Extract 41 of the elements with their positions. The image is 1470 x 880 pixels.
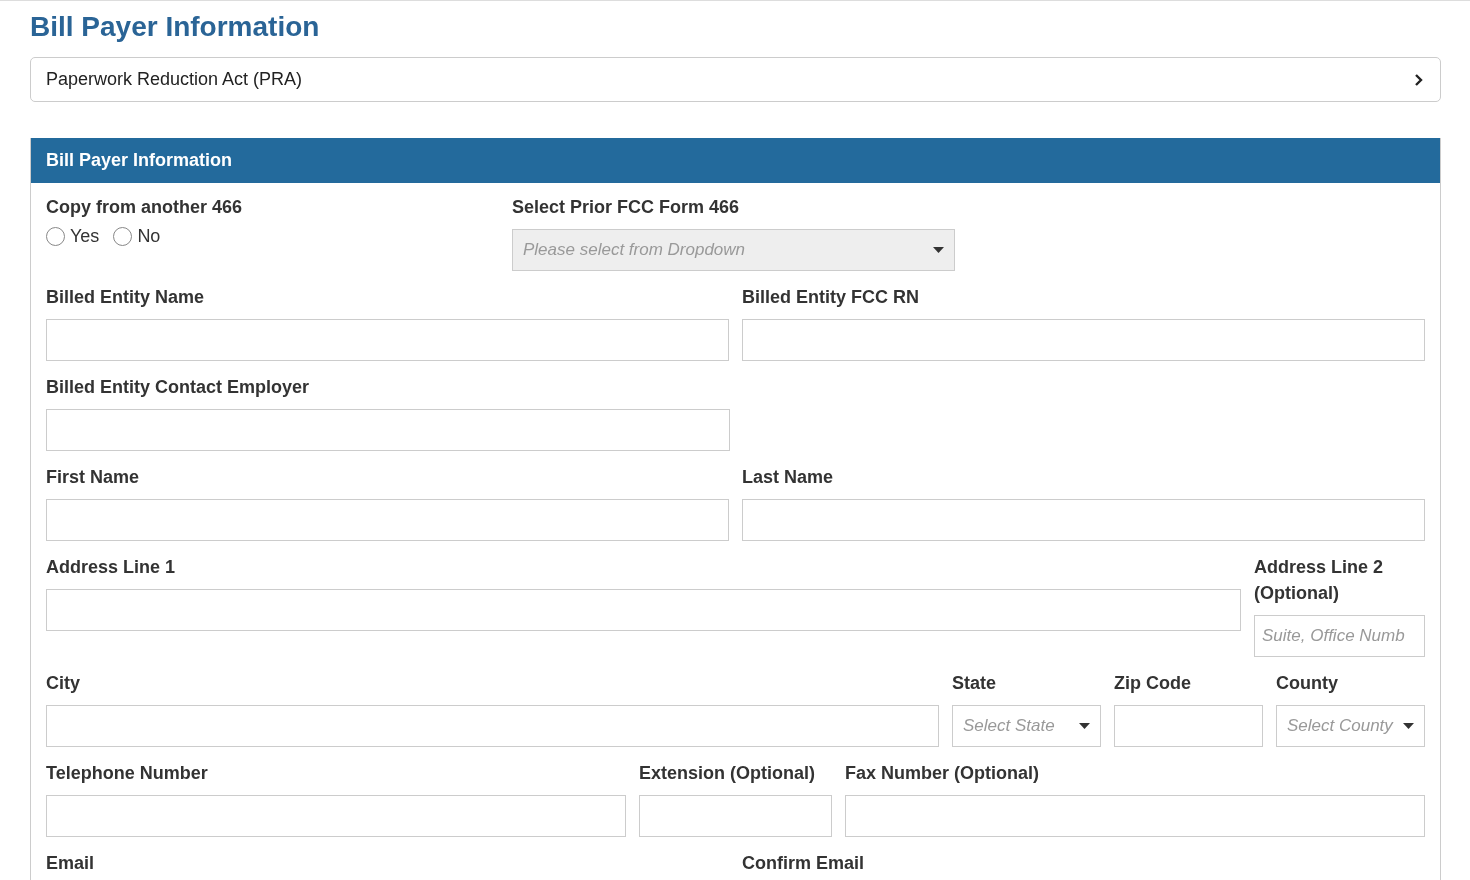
text-field[interactable] — [46, 795, 626, 837]
field-label: Billed Entity FCC RN — [742, 286, 920, 309]
text-field[interactable] — [46, 589, 1241, 631]
field-label: Confirm Email — [742, 852, 866, 875]
field-label: State — [952, 672, 997, 695]
radio-label[interactable]: Yes — [70, 226, 100, 247]
text-field[interactable] — [46, 499, 729, 541]
accordion-header[interactable]: Paperwork Reduction Act (PRA) — [30, 57, 1441, 102]
field-label: Zip Code — [1114, 672, 1192, 695]
caret-icon — [1079, 723, 1090, 729]
text-field[interactable]: Suite, Office Numb — [1254, 615, 1425, 657]
text-field[interactable] — [46, 319, 729, 361]
field-label: Billed Entity Name — [46, 286, 206, 309]
panel-header: Bill Payer Information — [31, 138, 1440, 183]
caret-icon — [933, 247, 944, 253]
field-label: First Name — [46, 466, 141, 489]
field-label: Copy from another 466 — [46, 196, 244, 219]
text-field[interactable] — [845, 795, 1425, 837]
radio-button[interactable] — [46, 227, 65, 246]
field-label: Telephone Number — [46, 762, 209, 785]
page-title: Bill Payer Information — [30, 11, 321, 43]
radio-label[interactable]: No — [137, 226, 161, 247]
chevron-icon — [1413, 72, 1425, 87]
field-label: Email — [46, 852, 96, 875]
field-label: Address Line 1 — [46, 556, 177, 579]
text-field[interactable] — [46, 409, 730, 451]
field-label: Select Prior FCC Form 466 — [512, 196, 741, 219]
text-field[interactable] — [46, 705, 939, 747]
radio-button[interactable] — [113, 227, 133, 246]
text-field[interactable] — [639, 795, 832, 837]
caret-icon — [1403, 723, 1414, 729]
text-field[interactable] — [742, 499, 1425, 541]
field-label: City — [46, 672, 81, 695]
field-label: Extension (Optional) — [639, 762, 816, 785]
field-label: Billed Entity Contact Employer — [46, 376, 311, 399]
text-field[interactable] — [742, 319, 1425, 361]
field-label: Fax Number (Optional) — [845, 762, 1040, 785]
field-label: County — [1276, 672, 1339, 695]
field-label: Last Name — [742, 466, 835, 489]
text-field[interactable] — [1114, 705, 1263, 747]
field-label: Address Line 2 (Optional) — [1254, 556, 1385, 605]
